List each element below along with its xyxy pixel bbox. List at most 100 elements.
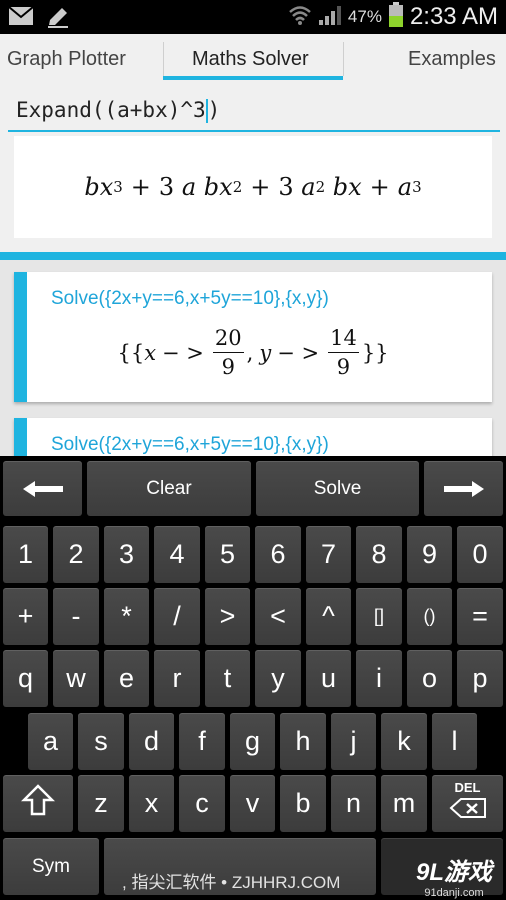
sym-key[interactable]: Sym <box>3 838 99 895</box>
math-keyboard: Clear Solve 1 2 3 4 5 6 7 8 9 0 + - * / … <box>0 456 506 900</box>
key-4[interactable]: 4 <box>154 526 200 583</box>
shift-icon <box>20 783 56 824</box>
key-d[interactable]: d <box>129 713 174 770</box>
numerator: 14 <box>328 324 359 353</box>
variable: x <box>144 340 157 365</box>
history-list[interactable]: Solve({2x+y==6,x+5y==10},{x,y}) {{ x − >… <box>0 260 506 456</box>
comma: , <box>246 340 254 365</box>
key-b[interactable]: b <box>280 775 326 832</box>
key-p[interactable]: p <box>457 650 503 707</box>
key-5[interactable]: 5 <box>205 526 250 583</box>
fraction: 14 9 <box>328 324 359 381</box>
tab-maths-solver[interactable]: Maths Solver <box>192 48 309 71</box>
key-2[interactable]: 2 <box>53 526 99 583</box>
result-term: a <box>397 173 413 201</box>
key-equals[interactable]: = <box>457 588 503 645</box>
key-x[interactable]: x <box>129 775 174 832</box>
tab-bar: Graph Plotter Maths Solver Examples <box>0 34 506 118</box>
key-v[interactable]: v <box>230 775 275 832</box>
key-greater-than[interactable]: > <box>205 588 250 645</box>
denominator: 9 <box>221 355 235 379</box>
left-arrow-key[interactable] <box>3 461 82 516</box>
key-e[interactable]: e <box>104 650 149 707</box>
battery-icon <box>388 1 404 33</box>
watermark-logo-text: 9L游戏 <box>415 859 492 886</box>
denominator: 9 <box>336 355 351 379</box>
key-h[interactable]: h <box>280 713 326 770</box>
expression-input[interactable]: Expand((a+bx)^3) <box>8 94 500 132</box>
key-7[interactable]: 7 <box>306 526 351 583</box>
solver-input-area: Expand((a+bx)^3) bx 3 + 3 a bx 2 + 3 a2 bx… <box>0 84 506 252</box>
key-multiply[interactable]: * <box>104 588 149 645</box>
history-card[interactable]: Solve({2x+y==6,x+5y==10},{x,y}) <box>14 418 492 456</box>
result-term: bx <box>332 173 362 201</box>
key-s[interactable]: s <box>78 713 124 770</box>
result-term: a <box>181 173 197 201</box>
key-i[interactable]: i <box>356 650 402 707</box>
key-9[interactable]: 9 <box>407 526 452 583</box>
active-tab-indicator <box>163 76 343 80</box>
key-t[interactable]: t <box>205 650 250 707</box>
tab-examples[interactable]: Examples <box>408 48 496 71</box>
key-n[interactable]: n <box>331 775 376 832</box>
key-y[interactable]: y <box>255 650 301 707</box>
key-power[interactable]: ^ <box>306 588 351 645</box>
key-0[interactable]: 0 <box>457 526 503 583</box>
key-k[interactable]: k <box>381 713 427 770</box>
key-brackets[interactable]: [] <box>356 588 402 645</box>
battery-percent: 47% <box>347 7 382 26</box>
key-o[interactable]: o <box>407 650 452 707</box>
solve-button[interactable]: Solve <box>256 461 419 516</box>
key-u[interactable]: u <box>306 650 351 707</box>
key-w[interactable]: w <box>53 650 99 707</box>
key-8[interactable]: 8 <box>356 526 402 583</box>
result-operator: + <box>130 173 151 201</box>
card-accent <box>14 418 27 456</box>
result-coefficient: 3 <box>158 173 175 201</box>
key-m[interactable]: m <box>381 775 427 832</box>
key-plus[interactable]: + <box>3 588 48 645</box>
key-z[interactable]: z <box>78 775 124 832</box>
watermark-logo: 9L游戏 91danji.com <box>416 852 492 899</box>
key-f[interactable]: f <box>179 713 225 770</box>
result-exponent: 3 <box>412 178 422 196</box>
key-1[interactable]: 1 <box>3 526 48 583</box>
key-3[interactable]: 3 <box>104 526 149 583</box>
key-divide[interactable]: / <box>154 588 200 645</box>
watermark-site: 91danji.com <box>424 887 484 899</box>
key-parentheses[interactable]: () <box>407 588 452 645</box>
clear-button[interactable]: Clear <box>87 461 251 516</box>
key-less-than[interactable]: < <box>255 588 301 645</box>
wifi-icon <box>288 4 312 31</box>
right-arrow-key[interactable] <box>424 461 503 516</box>
rule-arrow: − > <box>162 340 204 365</box>
key-g[interactable]: g <box>230 713 275 770</box>
key-r[interactable]: r <box>154 650 200 707</box>
result-term: bx <box>203 173 233 201</box>
shift-key[interactable] <box>3 775 73 832</box>
result-exponent: 3 <box>113 178 123 196</box>
key-j[interactable]: j <box>331 713 376 770</box>
history-result: {{ x − > 20 9 , y − > 14 9 }} <box>14 324 492 381</box>
section-divider <box>0 252 506 260</box>
brace: }} <box>361 340 389 365</box>
key-c[interactable]: c <box>179 775 225 832</box>
fraction: 20 9 <box>212 324 244 381</box>
tab-divider <box>163 42 164 76</box>
input-text-before-cursor: Expand((a+bx)^3 <box>16 98 206 122</box>
result-exponent: 2 <box>232 178 243 196</box>
key-minus[interactable]: - <box>53 588 99 645</box>
pencil-icon <box>46 6 70 33</box>
result-operator: + <box>369 173 390 201</box>
key-l[interactable]: l <box>432 713 477 770</box>
history-card[interactable]: Solve({2x+y==6,x+5y==10},{x,y}) {{ x − >… <box>14 272 492 402</box>
delete-key[interactable]: DEL <box>432 775 503 832</box>
result-operator: + <box>250 173 271 201</box>
key-6[interactable]: 6 <box>255 526 301 583</box>
key-q[interactable]: q <box>3 650 48 707</box>
numerator: 20 <box>212 324 244 353</box>
tab-graph-plotter[interactable]: Graph Plotter <box>7 48 126 71</box>
key-a[interactable]: a <box>28 713 73 770</box>
backspace-icon <box>449 795 487 826</box>
delete-label: DEL <box>454 780 481 795</box>
